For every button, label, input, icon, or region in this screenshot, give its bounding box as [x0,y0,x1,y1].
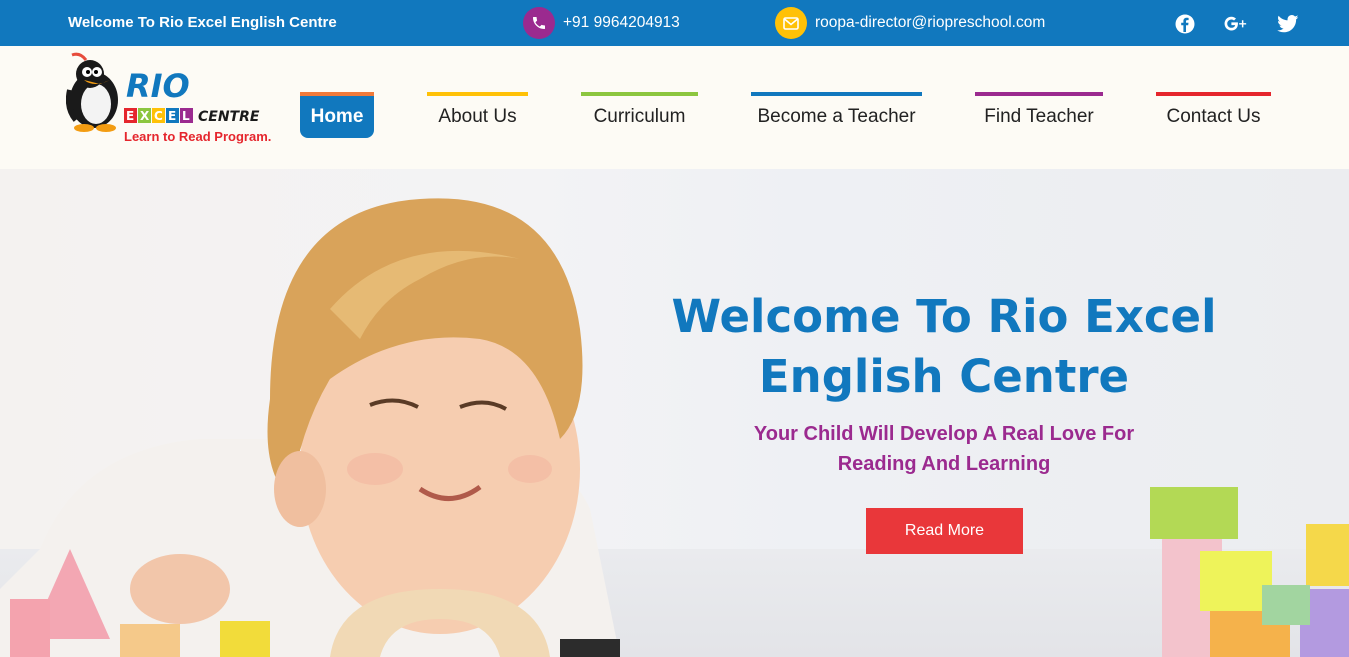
nav-about-us[interactable]: About Us [427,92,528,138]
logo-excel-e2: E [168,109,176,123]
email-address: roopa-director@riopreschool.com [815,14,1046,31]
logo-excel-c: C [154,109,163,123]
logo-excel-e1: E [126,109,134,123]
welcome-text: Welcome To Rio Excel English Centre [68,14,337,31]
email-contact[interactable]: roopa-director@riopreschool.com [775,7,1045,39]
logo-centre-text: CENTRE [198,109,260,125]
hero-title-line1: Welcome To Rio Excel [671,290,1217,343]
nav-become-a-teacher[interactable]: Become a Teacher [751,92,922,138]
logo-tagline: Learn to Read Program. [124,129,271,144]
nav-home[interactable]: Home [300,92,374,138]
hero-title: Welcome To Rio Excel English Centre [640,287,1248,407]
hero-title-line2: English Centre [758,350,1130,403]
google-plus-icon[interactable] [1224,12,1248,36]
nav-find-teacher[interactable]: Find Teacher [975,92,1103,138]
rio-excel-logo[interactable]: RIO E X C E L CENTRE Learn to Read Progr… [65,50,276,146]
hero-banner: Welcome To Rio Excel English Centre Your… [0,169,1349,657]
logo-excel-l: L [182,109,190,123]
child-playing-blocks-image [0,198,1349,657]
phone-contact[interactable]: +91 9964204913 [523,7,680,39]
read-more-button[interactable]: Read More [866,508,1023,554]
phone-number: +91 9964204913 [563,14,680,31]
twitter-icon[interactable] [1276,12,1300,36]
logo-excel-x: X [140,109,150,123]
nav-curriculum[interactable]: Curriculum [581,92,698,138]
logo-rio-text: RIO [126,67,190,105]
phone-icon [523,7,555,39]
hero-subtitle-line1: Your Child Will Develop A Real Love For [753,423,1135,445]
facebook-icon[interactable] [1173,12,1197,36]
hero-subtitle-line2: Reading And Learning [837,453,1051,475]
envelope-icon [775,7,807,39]
top-bar: Welcome To Rio Excel English Centre +91 … [0,0,1349,46]
hero-subtitle: Your Child Will Develop A Real Love For … [700,419,1188,479]
nav-contact-us[interactable]: Contact Us [1156,92,1271,138]
